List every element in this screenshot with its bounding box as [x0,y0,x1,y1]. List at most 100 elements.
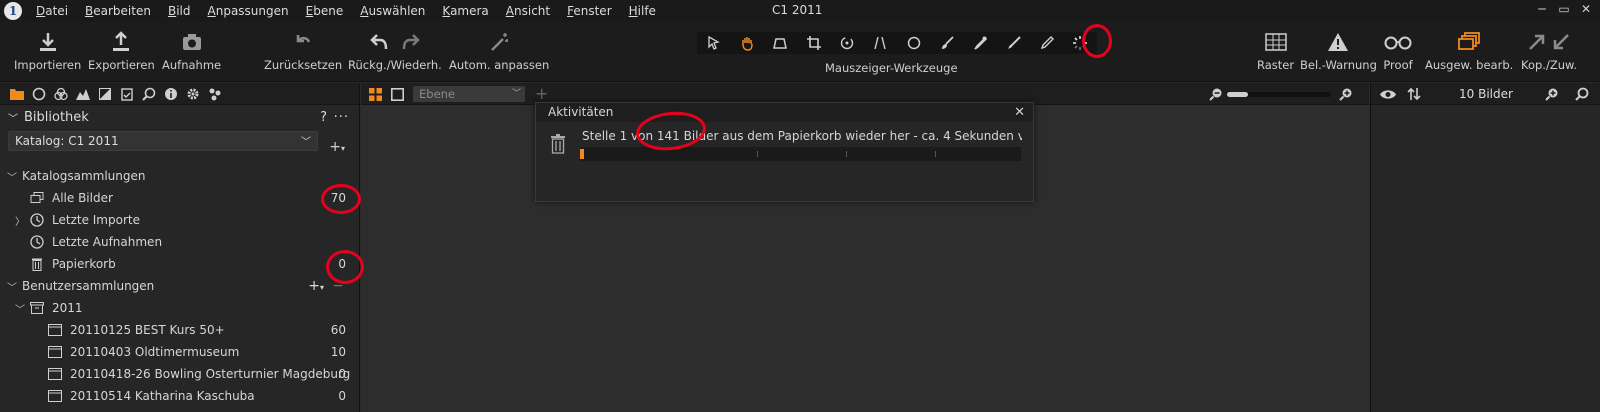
catalog-collections-header[interactable]: ﹀ Katalogsammlungen [0,165,360,187]
library-header[interactable]: ﹀ Bibliothek ? ··· [0,105,359,129]
menu-2[interactable]: Bearbeiten [85,4,151,18]
import-icon [37,28,59,56]
settings-tab-icon[interactable] [182,84,204,104]
menu-1[interactable]: Datei [36,4,68,18]
collection-recent-imports[interactable]: 〉 Letzte Importe [0,209,360,231]
layer-select[interactable]: Ebene ﹀ [413,86,525,102]
images-stack-icon [28,192,46,204]
annotation-circle [321,184,361,214]
menu-3[interactable]: Bild [168,4,191,18]
add-layer-icon[interactable]: + [535,84,548,103]
edit-selected-button[interactable]: Ausgew. bearb. [1425,28,1513,72]
info-tab-icon[interactable] [160,84,182,104]
search-tab-icon[interactable] [138,84,160,104]
help-icon[interactable]: ? [320,110,327,125]
export-button[interactable]: Exportieren [88,28,155,72]
close-icon[interactable]: ✕ [1014,103,1025,122]
color-tab-icon[interactable] [50,84,72,104]
details-tab-icon[interactable] [116,84,138,104]
browser-panel: 10 Bilder [1370,83,1600,412]
proof-button[interactable]: Proof [1383,28,1413,72]
auto-adjust-button[interactable]: Autom. anpassen [449,28,549,72]
single-view-icon[interactable] [391,88,404,104]
exposure-warning-button[interactable]: Bel.-Warnung [1300,28,1377,72]
undo-redo-button[interactable]: Rückg./Wiederh. [348,28,442,72]
camera-icon [181,28,203,56]
collection-trash[interactable]: Papierkorb 0 [0,253,360,275]
grid-icon [1264,28,1287,56]
zoom-in-icon[interactable] [1545,87,1559,104]
group-2011[interactable]: ﹀ 2011 [0,297,360,319]
keystone-tool-icon[interactable] [864,32,897,54]
annotate-tool-icon[interactable] [997,32,1030,54]
menu-5[interactable]: Ebene [306,4,344,18]
capture-tab-icon[interactable] [28,84,50,104]
magic-wand-icon [488,28,510,56]
menu-7[interactable]: Kamera [442,4,488,18]
exposure-tab-icon[interactable] [72,84,94,104]
collection-all-images[interactable]: Alle Bilder 70 [0,187,360,209]
clock-icon [28,213,46,227]
progress-tick [935,151,936,157]
cursor-tools-label: Mauszeiger-Werkzeuge [825,61,958,75]
close-window-icon[interactable]: ✕ [1576,2,1596,16]
pan-tool-icon[interactable] [730,32,763,54]
export-icon [110,28,132,56]
pen-tool-icon[interactable] [1030,32,1063,54]
catalog-select[interactable]: Katalog: C1 2011 ﹀ [8,131,318,151]
album-count: 10 [330,345,346,359]
album-item[interactable]: 20110418-26 Bowling Osterturnier Magdebu… [0,363,360,385]
batch-tab-icon[interactable] [204,84,226,104]
collection-recent-captures[interactable]: Letzte Aufnahmen [0,231,360,253]
reset-button[interactable]: Zurücksetzen [264,28,342,72]
album-count: 0 [338,389,346,403]
copy-apply-icon [1526,28,1572,56]
brush-tool-icon[interactable] [930,32,963,54]
grid-view-icon[interactable] [369,88,382,104]
select-tool-icon[interactable] [697,32,730,54]
album-item[interactable]: 20110403 Oldtimermuseum 10 [0,341,360,363]
minimize-icon[interactable]: ─ [1532,2,1552,16]
capture-button[interactable]: Aufnahme [162,28,221,72]
sort-icon[interactable] [1407,87,1421,104]
menu-6[interactable]: Auswählen [360,4,425,18]
album-count: 0 [338,367,346,381]
spot-tool-icon[interactable] [897,32,930,54]
lens-tab-icon[interactable] [94,84,116,104]
menu-8[interactable]: Ansicht [506,4,550,18]
activities-title-bar: Aktivitäten ✕ [536,103,1033,122]
zoom-out-icon[interactable] [1209,87,1223,104]
folder-tab-icon[interactable] [6,84,28,104]
more-icon[interactable]: ··· [334,110,349,125]
browser-toolbar: 10 Bilder [1371,83,1600,105]
rotate-tool-icon[interactable] [830,32,863,54]
add-catalog-icon[interactable]: +▾ [329,139,345,155]
search-icon[interactable] [1575,87,1589,104]
album-item[interactable]: 20110514 Katharina Kaschuba 0 [0,385,360,407]
user-collections-header[interactable]: ﹀ Benutzersammlungen +▾ − [0,275,360,297]
activities-title: Aktivitäten [548,105,614,119]
album-item[interactable]: 20110125 BEST Kurs 50+ 60 [0,319,360,341]
glasses-icon [1383,28,1413,56]
menu-9[interactable]: Fenster [567,4,612,18]
chevron-right-icon[interactable]: 〉 [14,213,26,228]
group-icon [28,302,46,314]
crop-tool-icon[interactable] [797,32,830,54]
chevron-down-icon[interactable]: ﹀ [14,301,26,316]
menu-items: Datei Bearbeiten Bild Anpassungen Ebene Auswä… [36,4,673,18]
progress-tick [757,151,758,157]
picker-tool-icon[interactable] [964,32,997,54]
eye-icon[interactable] [1379,89,1397,103]
menu-4[interactable]: Anpassungen [208,4,289,18]
zoom-slider[interactable] [1227,92,1331,97]
menu-10[interactable]: Hilfe [629,4,656,18]
add-collection-icon[interactable]: +▾ [308,278,324,294]
maximize-icon[interactable]: ▭ [1554,2,1574,16]
trash-icon [550,134,566,157]
perspective-tool-icon[interactable] [764,32,797,54]
zoom-in-icon[interactable] [1339,87,1353,104]
layer-select-placeholder: Ebene [419,87,456,101]
grid-button[interactable]: Raster [1257,28,1294,72]
import-button[interactable]: Importieren [14,28,81,72]
copy-apply-button[interactable]: Kop./Zuw. [1521,28,1577,72]
